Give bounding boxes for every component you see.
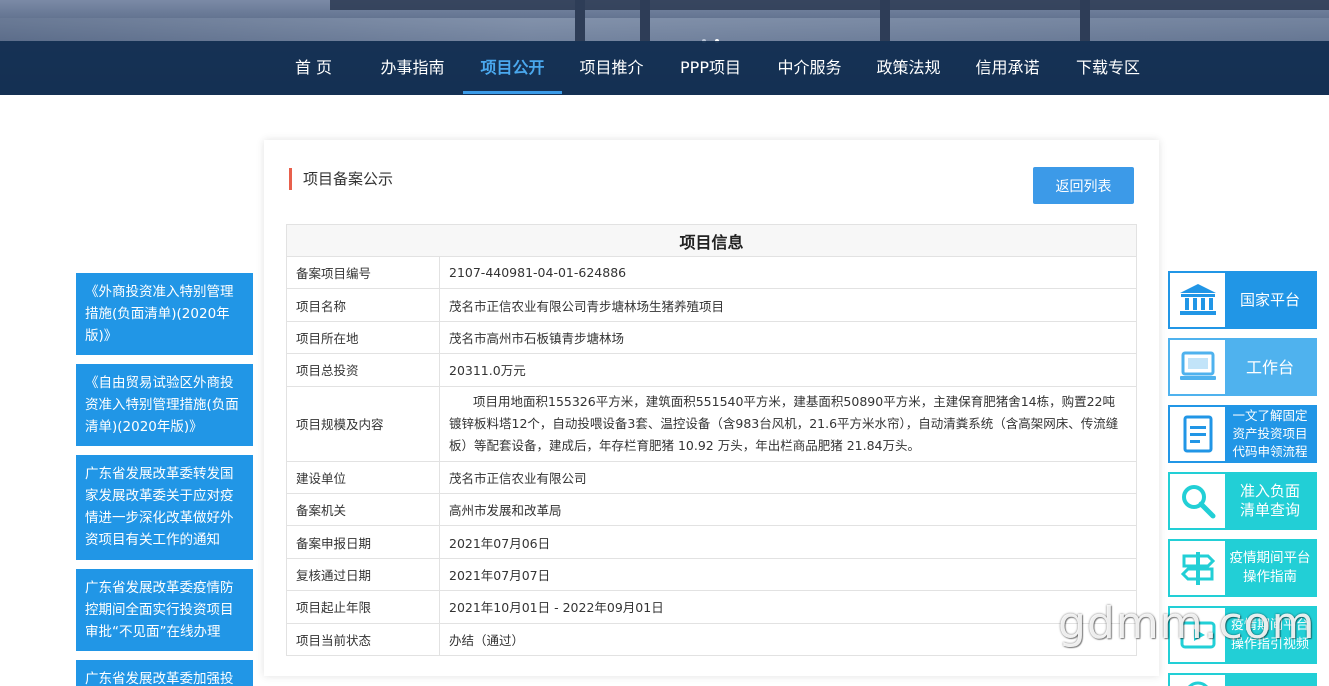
- left-link-ftz-negative-list[interactable]: 《自由贸易试验区外商投资准入特别管理措施(负面清单)(2020年版)》: [76, 364, 253, 446]
- left-link-list: 《外商投资准入特别管理措施(负面清单)(2020年版)》 《自由贸易试验区外商投…: [76, 273, 253, 686]
- project-record-card: 项目备案公示 返回列表 项目信息 备案项目编号 2107-440981-04-0…: [264, 140, 1159, 676]
- quick-link-label: 国家平台: [1225, 273, 1315, 327]
- quick-link-negative-list-query[interactable]: 准入负面清单查询: [1168, 472, 1317, 530]
- quick-link-label: 疫情期间平台操作指引视频: [1225, 608, 1315, 662]
- quick-link-label: 准入负面清单查询: [1225, 474, 1315, 528]
- table-row: 建设单位 茂名市正信农业有限公司: [286, 460, 1137, 494]
- page-title: 项目备案公示: [289, 168, 393, 190]
- table-row: 项目名称 茂名市正信农业有限公司青步塘林场生猪养殖项目: [286, 288, 1137, 322]
- left-link-epidemic-foreign-notice[interactable]: 广东省发展改革委转发国家发展改革委关于应对疫情进一步深化改革做好外资项目有关工作…: [76, 455, 253, 560]
- table-row: 项目总投资 20311.0万元: [286, 353, 1137, 387]
- row-label: 项目所在地: [286, 320, 440, 355]
- quick-link-epidemic-video[interactable]: 疫情期间平台操作指引视频: [1168, 606, 1317, 664]
- row-value: 项目用地面积155326平方米，建筑面积551540平方米，建基面积50890平…: [439, 385, 1137, 462]
- row-label: 项目规模及内容: [286, 385, 440, 462]
- row-label: 备案机关: [286, 492, 440, 527]
- table-row: 备案申报日期 2021年07月06日: [286, 525, 1137, 559]
- right-quick-links: 国家平台 工作台 一文了解固定资产投资项目代码申领流程 准入负面清单查询 疫情期…: [1168, 271, 1317, 686]
- left-link-online-approval[interactable]: 广东省发展改革委疫情防控期间全面实行投资项目审批“不见面”在线办理: [76, 569, 253, 651]
- table-row: 备案机关 高州市发展和改革局: [286, 492, 1137, 527]
- row-label: 复核通过日期: [286, 557, 440, 592]
- nav-project-promotion[interactable]: 项目推介: [562, 41, 661, 95]
- video-icon: [1170, 608, 1225, 662]
- table-header: 项目信息: [286, 224, 1137, 257]
- row-label: 项目名称: [286, 288, 440, 322]
- row-value: 2107-440981-04-01-624886: [439, 255, 1137, 290]
- nav-active-underline: [463, 91, 562, 94]
- top-banner: 首 页 办事指南 项目公开 项目推介 PPP项目 中介服务 政策法规 信用承诺 …: [0, 0, 1329, 95]
- quick-link-label: 工作台: [1225, 340, 1315, 394]
- banner-pillar: [880, 0, 890, 41]
- nav-policy[interactable]: 政策法规: [859, 41, 958, 95]
- quick-link-national-platform[interactable]: 国家平台: [1168, 271, 1317, 329]
- computer-icon: [1170, 340, 1225, 394]
- quick-link-project-code-process[interactable]: 一文了解固定资产投资项目代码申领流程: [1168, 405, 1317, 463]
- row-label: 备案申报日期: [286, 525, 440, 559]
- project-info-table: 项目信息 备案项目编号 2107-440981-04-01-624886 项目名…: [286, 224, 1137, 656]
- table-row: 复核通过日期 2021年07月07日: [286, 557, 1137, 592]
- left-link-foreign-negative-list[interactable]: 《外商投资准入特别管理措施(负面清单)(2020年版)》: [76, 273, 253, 355]
- table-row: 项目当前状态 办结（通过）: [286, 622, 1137, 656]
- more-icon: [1170, 675, 1225, 686]
- row-value: 2021年10月01日 - 2022年09月01日: [439, 590, 1137, 624]
- back-to-list-button[interactable]: 返回列表: [1033, 167, 1134, 204]
- row-value: 2021年07月06日: [439, 525, 1137, 559]
- banner-water: [0, 18, 1329, 41]
- banner-bridge: [330, 0, 1329, 10]
- quick-link-label: 疫情期间平台操作指南: [1225, 541, 1315, 595]
- institution-icon: [1170, 273, 1225, 327]
- quick-link-more[interactable]: [1168, 673, 1317, 686]
- row-label: 项目当前状态: [286, 622, 440, 656]
- banner-pillar: [575, 0, 585, 41]
- row-label: 项目总投资: [286, 353, 440, 387]
- banner-pillar: [640, 0, 650, 41]
- nav-credit[interactable]: 信用承诺: [958, 41, 1057, 95]
- signpost-icon: [1170, 541, 1225, 595]
- table-header-row: 项目信息: [286, 224, 1137, 257]
- quick-link-label: 一文了解固定资产投资项目代码申领流程: [1225, 407, 1315, 461]
- row-value: 20311.0万元: [439, 353, 1137, 387]
- document-icon: [1170, 407, 1225, 461]
- nav-download[interactable]: 下载专区: [1057, 41, 1159, 95]
- row-value: 茂名市正信农业有限公司青步塘林场生猪养殖项目: [439, 288, 1137, 322]
- row-label: 项目起止年限: [286, 590, 440, 624]
- nav-agency[interactable]: 中介服务: [760, 41, 859, 95]
- table-row: 备案项目编号 2107-440981-04-01-624886: [286, 255, 1137, 290]
- table-row: 项目规模及内容 项目用地面积155326平方米，建筑面积551540平方米，建基…: [286, 385, 1137, 462]
- row-label: 备案项目编号: [286, 255, 440, 290]
- nav-guide[interactable]: 办事指南: [363, 41, 462, 95]
- search-icon: [1170, 474, 1225, 528]
- nav-ppp[interactable]: PPP项目: [661, 41, 760, 95]
- quick-link-epidemic-guide[interactable]: 疫情期间平台操作指南: [1168, 539, 1317, 597]
- quick-link-label: [1225, 675, 1315, 686]
- table-row: 项目所在地 茂名市高州市石板镇青步塘林场: [286, 320, 1137, 355]
- row-value: 2021年07月07日: [439, 557, 1137, 592]
- banner-pillar: [1080, 0, 1090, 41]
- left-link-strengthen[interactable]: 广东省发展改革委加强投: [76, 660, 253, 686]
- nav-home[interactable]: 首 页: [276, 41, 351, 95]
- row-value: 茂名市高州市石板镇青步塘林场: [439, 320, 1137, 355]
- row-value: 茂名市正信农业有限公司: [439, 460, 1137, 494]
- row-value: 办结（通过）: [439, 622, 1137, 656]
- nav-project-public[interactable]: 项目公开: [463, 41, 562, 95]
- main-nav: 首 页 办事指南 项目公开 项目推介 PPP项目 中介服务 政策法规 信用承诺 …: [0, 41, 1329, 95]
- quick-link-workbench[interactable]: 工作台: [1168, 338, 1317, 396]
- row-label: 建设单位: [286, 460, 440, 494]
- table-row: 项目起止年限 2021年10月01日 - 2022年09月01日: [286, 590, 1137, 624]
- row-value: 高州市发展和改革局: [439, 492, 1137, 527]
